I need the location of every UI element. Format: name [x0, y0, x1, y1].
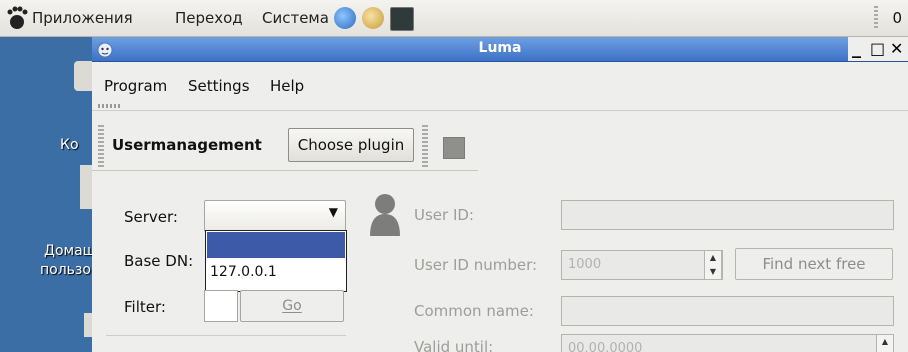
luma-window: Luma _ □ ✕ Program Settings Help Userman… [92, 37, 908, 352]
menu-program[interactable]: Program [104, 77, 167, 95]
chevron-down-icon[interactable]: ▼ [329, 205, 338, 219]
plugin-status-icon [443, 137, 465, 159]
valid-until-spin-icon[interactable]: ▲ [876, 334, 894, 352]
maximize-button[interactable]: □ [870, 38, 885, 60]
find-next-free-button[interactable]: Find next free [735, 248, 893, 280]
minimize-button[interactable]: _ [852, 38, 861, 60]
mail-client-icon[interactable] [362, 7, 384, 29]
separator [106, 335, 346, 336]
window-titlebar[interactable]: Luma _ □ ✕ [92, 37, 908, 62]
common-name-field[interactable] [561, 296, 894, 326]
valid-until-field[interactable]: 00.00.0000 [561, 334, 894, 352]
menu-system[interactable]: Система [262, 9, 329, 27]
user-id-number-label: User ID number: [414, 256, 538, 274]
clock-area: 0 [868, 0, 908, 36]
plugin-toolbar: Usermanagement Choose plugin [92, 122, 478, 171]
spin-buttons-icon[interactable]: ▲ ▼ [704, 250, 722, 280]
server-option-localhost[interactable]: 127.0.0.1 [210, 264, 277, 280]
valid-until-label: Valid until: [414, 338, 494, 352]
menu-applications[interactable]: Приложения [32, 9, 133, 27]
server-select[interactable]: ▼ [204, 200, 346, 232]
desktop-label-home-1[interactable]: Домаш [44, 243, 92, 259]
web-browser-icon[interactable] [334, 7, 356, 29]
window-title: Luma [478, 40, 522, 56]
desktop-icon-computer[interactable] [74, 61, 92, 91]
desktop-label-computer[interactable]: Ко [60, 137, 79, 153]
panel-separator [874, 6, 878, 30]
user-id-field[interactable] [561, 200, 894, 230]
toolbar-grip[interactable] [98, 125, 104, 167]
choose-plugin-button[interactable]: Choose plugin [288, 128, 414, 162]
user-id-label: User ID: [414, 206, 474, 224]
desktop-label-home-2[interactable]: пользо [40, 262, 91, 278]
server-option-empty[interactable] [207, 232, 345, 258]
user-avatar-icon [370, 194, 400, 236]
go-button[interactable]: Go [240, 290, 344, 322]
terminal-icon[interactable] [390, 7, 414, 31]
menu-settings[interactable]: Settings [188, 77, 250, 95]
filter-label: Filter: [124, 298, 166, 316]
clock[interactable]: 0 [892, 9, 902, 27]
server-label: Server: [124, 208, 178, 226]
desktop-icon-trash[interactable] [84, 313, 92, 337]
close-button[interactable]: ✕ [890, 38, 903, 60]
base-dn-label: Base DN: [124, 252, 194, 270]
launcher-icons [334, 7, 414, 31]
menubar-grip[interactable] [98, 104, 120, 108]
common-name-label: Common name: [414, 302, 534, 320]
menubar: Program Settings Help [92, 62, 908, 111]
toolbar-grip-2[interactable] [422, 125, 428, 167]
desktop-icon-home[interactable] [80, 165, 92, 209]
user-id-number-field[interactable]: 1000 [561, 250, 723, 280]
user-id-number-value: 1000 [568, 257, 602, 272]
menu-help[interactable]: Help [270, 77, 304, 95]
menu-places[interactable]: Переход [175, 9, 243, 27]
window-controls: _ □ ✕ [848, 37, 908, 61]
filter-input[interactable] [204, 290, 238, 322]
gnome-foot-icon[interactable] [4, 5, 30, 31]
valid-until-value: 00.00.0000 [568, 341, 643, 352]
top-panel: Приложения Переход Система 0 [0, 0, 908, 37]
desktop: Ко Домаш пользо [0, 37, 92, 352]
toolbar-title: Usermanagement [112, 136, 262, 154]
server-dropdown-list: 127.0.0.1 [205, 230, 347, 292]
